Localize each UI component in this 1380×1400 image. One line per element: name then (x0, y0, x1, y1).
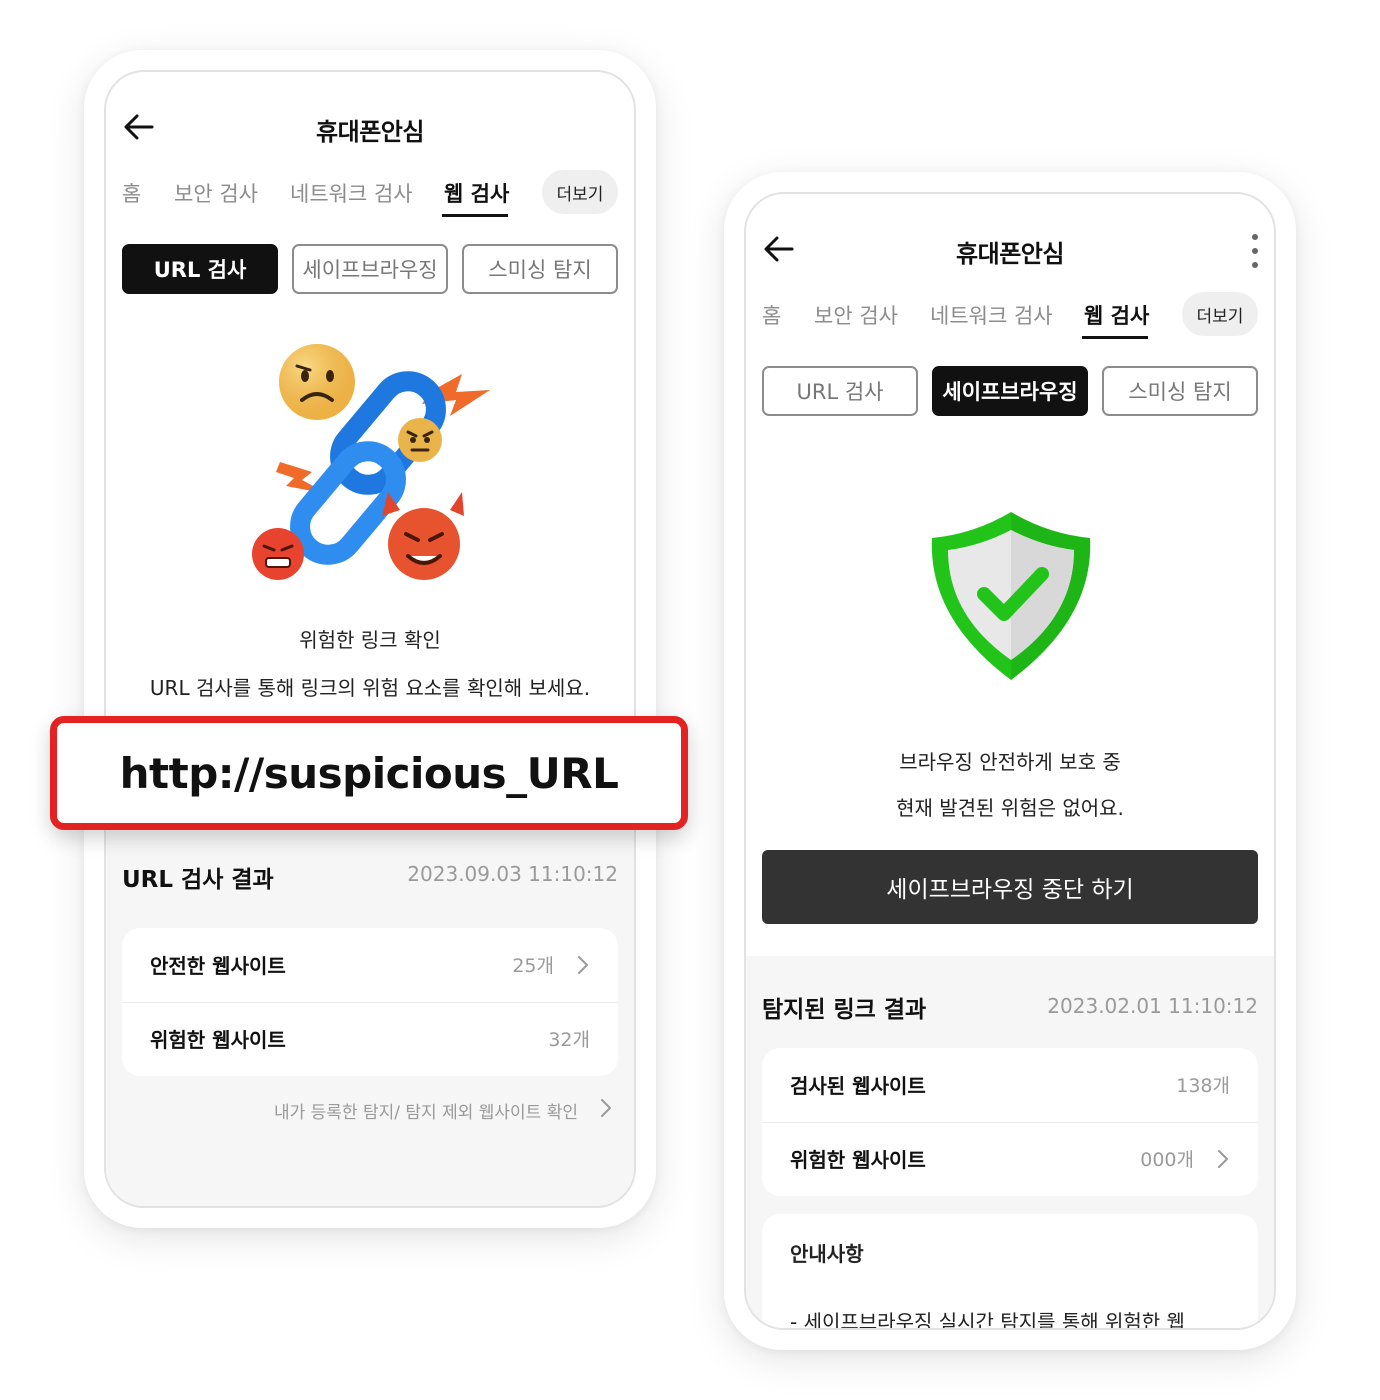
row-label: 위험한 웹사이트 (790, 1148, 926, 1172)
hero-subtitle: URL 검사를 통해 링크의 위험 요소를 확인해 보세요. (149, 676, 591, 700)
row-risky-websites[interactable]: 위험한 웹사이트 32개 (122, 1002, 618, 1076)
top-bar: 휴대폰안심 (106, 72, 634, 182)
suspicious-url-callout: http://suspicious_URL (50, 716, 688, 830)
row-checked-websites[interactable]: 검사된 웹사이트 138개 (762, 1048, 1258, 1122)
section-title: 탐지된 링크 결과 (762, 997, 927, 1023)
angry-emoji-icon (398, 418, 442, 462)
chevron-right-icon (578, 956, 588, 974)
phone-right: 휴대폰안심 홈 보안 검사 네트워크 검사 웹 검사 더보기 URL 검사 세이… (724, 172, 1296, 1350)
notice-title: 안내사항 (790, 1242, 864, 1266)
row-label: 검사된 웹사이트 (790, 1074, 926, 1098)
devil-emoji-icon (382, 492, 464, 580)
row-value: 25개 (512, 955, 554, 977)
section-title: URL 검사 결과 (122, 867, 274, 893)
tab-bar: 홈 보안 검사 네트워크 검사 웹 검사 더보기 (122, 170, 618, 220)
result-date: 2023.09.03 11:10:12 (407, 862, 618, 886)
segment-url-check[interactable]: URL 검사 (122, 244, 278, 294)
result-section: 탐지된 링크 결과 2023.02.01 11:10:12 검사된 웹사이트 1… (746, 956, 1274, 1328)
segment-url-check[interactable]: URL 검사 (762, 366, 918, 416)
row-label: 안전한 웹사이트 (150, 954, 286, 978)
tab-network-check[interactable]: 네트워크 검사 (290, 178, 413, 208)
row-safe-websites[interactable]: 안전한 웹사이트 25개 (122, 928, 618, 1002)
screen-url-check: 휴대폰안심 홈 보안 검사 네트워크 검사 웹 검사 더보기 URL 검사 세이… (104, 70, 636, 1208)
more-button[interactable]: 더보기 (542, 170, 618, 214)
kebab-menu-icon[interactable] (1250, 234, 1260, 268)
screen-safe-browsing: 휴대폰안심 홈 보안 검사 네트워크 검사 웹 검사 더보기 URL 검사 세이… (744, 192, 1276, 1330)
app-title: 휴대폰안심 (316, 118, 424, 146)
shield-check-icon (931, 512, 1091, 680)
segment-smishing-detect[interactable]: 스미싱 탐지 (1102, 366, 1258, 416)
result-section: URL 검사 결과 2023.09.03 11:10:12 안전한 웹사이트 2… (106, 814, 634, 1206)
tab-security-check[interactable]: 보안 검사 (174, 178, 258, 208)
hero-title: 위험한 링크 확인 (299, 628, 441, 652)
tab-network-check[interactable]: 네트워크 검사 (930, 300, 1053, 330)
more-button[interactable]: 더보기 (1182, 292, 1258, 336)
url-text: http://suspicious_URL (119, 748, 619, 798)
active-tab-indicator (442, 214, 508, 217)
notice-text: - 세이프브라우징 실시간 탐지를 통해 위험한 웹 (790, 1310, 1185, 1330)
row-label: 위험한 웹사이트 (150, 1028, 286, 1052)
tab-web-check[interactable]: 웹 검사 (1084, 300, 1149, 330)
status-title: 브라우징 안전하게 보호 중 (899, 750, 1121, 774)
tab-bar: 홈 보안 검사 네트워크 검사 웹 검사 더보기 (762, 292, 1258, 342)
phone-left: 휴대폰안심 홈 보안 검사 네트워크 검사 웹 검사 더보기 URL 검사 세이… (84, 50, 656, 1228)
segment-safe-browsing[interactable]: 세이프브라우징 (932, 366, 1088, 416)
segment-safe-browsing[interactable]: 세이프브라우징 (292, 244, 448, 294)
segment-smishing-detect[interactable]: 스미싱 탐지 (462, 244, 618, 294)
tab-web-check[interactable]: 웹 검사 (444, 178, 509, 208)
tab-security-check[interactable]: 보안 검사 (814, 300, 898, 330)
sad-emoji-icon (279, 344, 355, 420)
row-risky-websites[interactable]: 위험한 웹사이트 000개 (762, 1122, 1258, 1196)
result-date: 2023.02.01 11:10:12 (1047, 994, 1258, 1018)
result-card: 검사된 웹사이트 138개 위험한 웹사이트 000개 (762, 1048, 1258, 1196)
result-card: 안전한 웹사이트 25개 위험한 웹사이트 32개 (122, 928, 618, 1076)
notice-card: 안내사항 - 세이프브라우징 실시간 탐지를 통해 위험한 웹 (762, 1214, 1258, 1330)
top-bar: 휴대폰안심 (746, 194, 1274, 304)
status-subtitle: 현재 발견된 위험은 없어요. (896, 796, 1124, 820)
stop-safe-browsing-button[interactable]: 세이프브라우징 중단 하기 (762, 850, 1258, 924)
broken-chain-illustration (252, 344, 490, 580)
tab-home[interactable]: 홈 (122, 178, 141, 208)
row-value: 138개 (1176, 1075, 1230, 1097)
row-value: 32개 (548, 1029, 590, 1051)
app-title: 휴대폰안심 (956, 240, 1064, 268)
tab-home[interactable]: 홈 (762, 300, 781, 330)
active-tab-indicator (1082, 336, 1148, 339)
chevron-right-icon (1218, 1150, 1228, 1168)
red-angry-emoji-icon (252, 528, 304, 580)
chevron-right-icon (601, 1099, 611, 1117)
row-value: 000개 (1140, 1149, 1194, 1171)
registered-sites-link[interactable]: 내가 등록한 탐지/ 탐지 제외 웹사이트 확인 (274, 1098, 578, 1123)
